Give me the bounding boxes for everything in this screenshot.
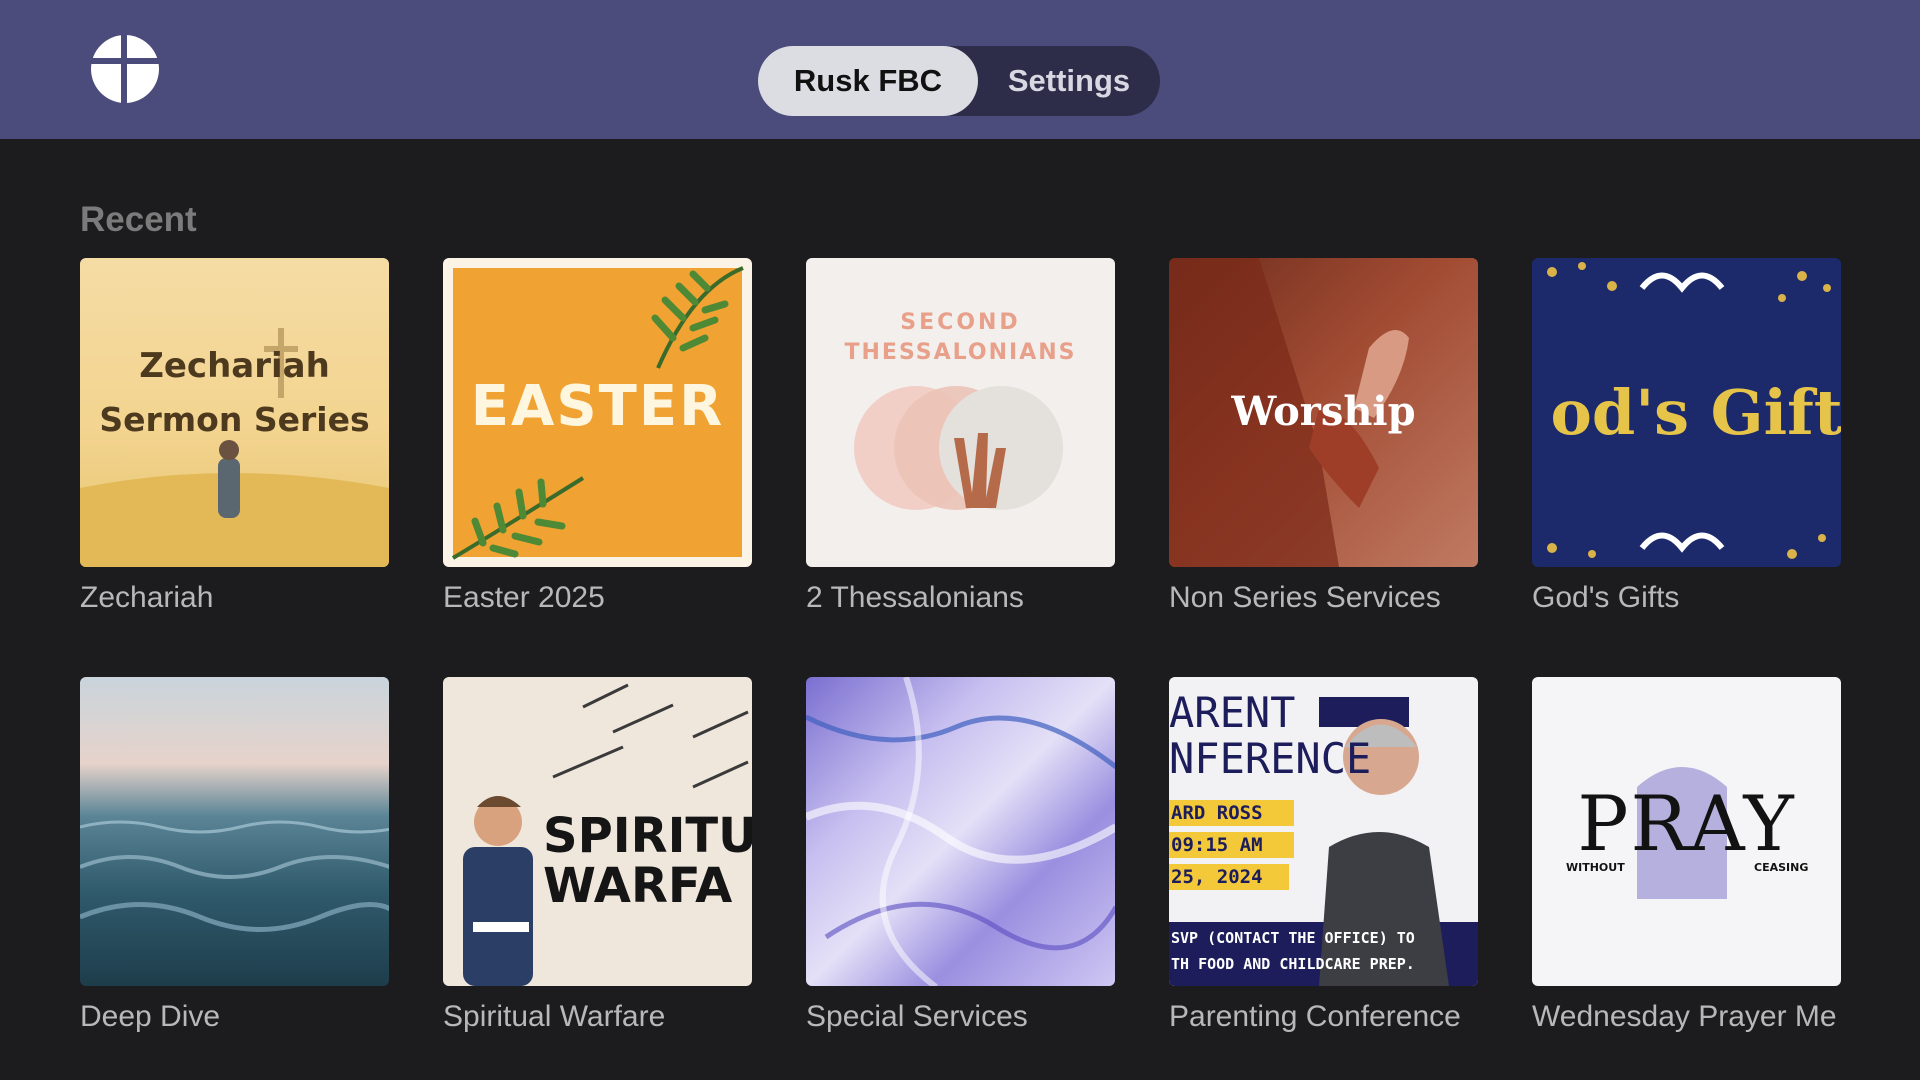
series-title: Special Services: [806, 1000, 1028, 1033]
artwork-title-line-2: THESSALONIANS: [844, 340, 1077, 365]
series-title: Wednesday Prayer Me: [1532, 1000, 1837, 1033]
series-tile-2-thessalonians[interactable]: SECOND THESSALONIANS 2 Thessalonians: [806, 258, 1116, 615]
series-tile-zechariah[interactable]: Zechariah Sermon Series Zechariah: [80, 258, 390, 615]
series-title: Parenting Conference: [1169, 1000, 1461, 1033]
series-tile-non-series-services[interactable]: Worship Non Series Services: [1169, 258, 1479, 615]
series-artwork: ARENT NFERENCE ARD ROSS 09:15 AM 25, 202…: [1169, 677, 1478, 986]
tab-settings[interactable]: Settings: [978, 46, 1160, 116]
top-bar: Rusk FBC Settings: [0, 0, 1920, 139]
series-artwork: Zechariah Sermon Series: [80, 258, 389, 567]
artwork-date: 25, 2024: [1171, 866, 1263, 888]
series-tile-wednesday-prayer[interactable]: PRAY WITHOUT CEASING Wednesday Prayer Me: [1532, 677, 1842, 1034]
series-tile-deep-dive[interactable]: Deep Dive: [80, 677, 390, 1034]
artwork-note-line-1: SVP (CONTACT THE OFFICE) TO: [1171, 929, 1415, 947]
series-tile-parenting-conference[interactable]: ARENT NFERENCE ARD ROSS 09:15 AM 25, 202…: [1169, 677, 1479, 1034]
series-tile-spiritual-warfare[interactable]: SPIRITU WARFA Spiritual Warfare: [443, 677, 753, 1034]
series-title: 2 Thessalonians: [806, 581, 1024, 614]
series-artwork: PRAY WITHOUT CEASING: [1532, 677, 1841, 986]
artwork-title-line-2: NFERENCE: [1169, 734, 1372, 783]
series-artwork: EASTER: [443, 258, 752, 567]
series-title: God's Gifts: [1532, 581, 1680, 614]
series-tile-gods-gifts[interactable]: od's Gift God's Gifts: [1532, 258, 1842, 615]
series-artwork: Worship: [1169, 258, 1478, 567]
artwork-title-line-2: Sermon Series: [99, 400, 370, 439]
artwork-title-line-1: ARENT: [1169, 688, 1296, 737]
series-title: Spiritual Warfare: [443, 1000, 666, 1033]
church-logo-icon[interactable]: [90, 34, 160, 104]
series-tile-special-services[interactable]: Special Services: [806, 677, 1116, 1034]
artwork-title-line-1: Zechariah: [139, 346, 330, 386]
artwork-title: Worship: [1231, 388, 1416, 435]
series-tile-easter-2025[interactable]: EASTER Easter 2025: [443, 258, 753, 615]
artwork-title: EASTER: [470, 374, 725, 439]
artwork-speaker: ARD ROSS: [1171, 802, 1263, 824]
series-artwork: [806, 677, 1115, 986]
section-title: Recent: [80, 200, 197, 239]
series-artwork: SECOND THESSALONIANS: [806, 258, 1115, 567]
series-title: Easter 2025: [443, 581, 605, 614]
artwork-title-line-2: WARFA: [543, 858, 733, 914]
series-title: Non Series Services: [1169, 581, 1441, 614]
series-title: Zechariah: [80, 581, 214, 614]
series-title: Deep Dive: [80, 1000, 221, 1033]
artwork-subtitle-left: WITHOUT: [1566, 861, 1625, 874]
tab-rusk-fbc[interactable]: Rusk FBC: [758, 46, 978, 116]
artwork-title-line-1: SPIRITU: [543, 808, 752, 864]
series-artwork: [80, 677, 389, 986]
series-artwork: SPIRITU WARFA: [443, 677, 752, 986]
series-artwork: od's Gift: [1532, 258, 1841, 567]
artwork-title: PRAY: [1577, 779, 1796, 868]
artwork-note-line-2: TH FOOD AND CHILDCARE PREP.: [1171, 955, 1415, 973]
tab-switcher: Rusk FBC Settings: [758, 46, 1160, 116]
artwork-title-line-1: SECOND: [900, 310, 1021, 335]
artwork-time: 09:15 AM: [1171, 834, 1263, 856]
artwork-subtitle-right: CEASING: [1754, 861, 1809, 874]
artwork-title: od's Gift: [1550, 376, 1842, 449]
